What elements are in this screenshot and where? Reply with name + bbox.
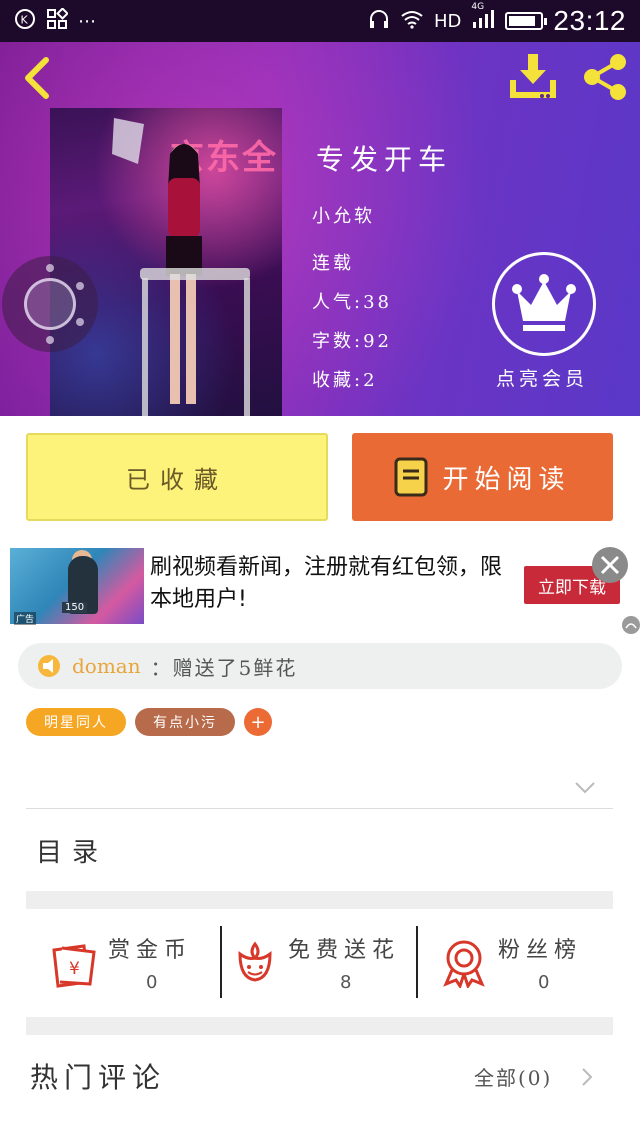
- assist-dot: [76, 282, 84, 290]
- add-tag-button[interactable]: +: [244, 708, 272, 736]
- section-band: [26, 1017, 613, 1035]
- share-button[interactable]: [580, 52, 630, 102]
- chevron-down-icon[interactable]: [574, 780, 596, 796]
- stat-fan-ranking[interactable]: 粉丝榜 0: [440, 922, 610, 998]
- book-title: 专发开车: [316, 143, 453, 176]
- app-k-icon: K: [14, 8, 36, 35]
- hot-comments-title: 热门评论: [30, 1061, 167, 1094]
- favorited-button[interactable]: 已收藏: [26, 433, 328, 521]
- vip-label[interactable]: 点亮会员: [496, 364, 588, 391]
- back-arrow-icon: [25, 57, 49, 99]
- signal-label: 4G: [471, 1, 485, 12]
- assist-dot: [46, 264, 54, 272]
- start-reading-button[interactable]: 开始阅读: [352, 433, 613, 521]
- gift-user[interactable]: doman: [72, 654, 141, 678]
- book-word-count: 字数:92: [312, 331, 392, 352]
- close-icon: [600, 555, 620, 575]
- vip-button[interactable]: [492, 252, 596, 356]
- assist-dot: [76, 318, 84, 326]
- stat-label: 免费送花: [288, 938, 401, 963]
- cover-stage-rig: [140, 268, 250, 416]
- status-bar: K ⋯ HD 4G 23:12: [0, 0, 640, 42]
- stat-reward-coins[interactable]: ¥ 赏金币 0: [46, 922, 216, 998]
- book-favorites: 收藏:2: [312, 370, 378, 391]
- stat-label: 赏金币: [108, 938, 193, 963]
- network-type: HD: [434, 10, 462, 32]
- battery-icon: [505, 12, 548, 30]
- stat-value: 8: [340, 972, 352, 993]
- book-status: 连载: [312, 253, 354, 274]
- book-cover[interactable]: 京东全: [50, 108, 282, 416]
- more-dots-icon: ⋯: [78, 10, 96, 32]
- tag-pill[interactable]: 明星同人: [26, 708, 126, 736]
- floating-assist-button[interactable]: [2, 256, 98, 352]
- gift-notice: doman ：赠送了5鲜花: [18, 643, 622, 689]
- tag-pill[interactable]: 有点小污: [135, 708, 235, 736]
- start-reading-label: 开始阅读: [442, 464, 571, 495]
- headphone-icon: [368, 8, 390, 35]
- ad-thumb-tag: 150: [62, 602, 88, 613]
- stat-value: 0: [146, 972, 158, 993]
- share-icon: [584, 54, 626, 100]
- ad-thumbnail[interactable]: 150 广告: [10, 548, 144, 625]
- chevron-right-icon[interactable]: [580, 1066, 594, 1088]
- megaphone-icon: [38, 655, 60, 677]
- gift-text: ：赠送了5鲜花: [150, 655, 298, 680]
- book-header: 京东全 专发开车 小允软 连载 人气:38 字数:92 收藏:2 点亮会员: [0, 42, 640, 416]
- table-of-contents[interactable]: 目录: [36, 832, 108, 869]
- grid-icon: [46, 6, 69, 35]
- ad-info-glyph: [625, 623, 637, 629]
- stat-divider: [220, 926, 222, 998]
- ad-mark-label: 广告: [14, 612, 37, 625]
- assist-core: [24, 278, 76, 330]
- stat-free-flowers[interactable]: 免费送花 8: [232, 922, 412, 998]
- svg-text:K: K: [21, 13, 29, 26]
- ad-close-button[interactable]: [592, 547, 628, 583]
- book-icon: [394, 457, 428, 497]
- stat-value: 0: [538, 972, 550, 993]
- red-envelope-icon: ¥: [52, 944, 96, 988]
- stat-divider: [416, 926, 418, 998]
- book-author[interactable]: 小允软: [312, 202, 375, 228]
- wifi-icon: [400, 9, 424, 34]
- book-popularity: 人气:38: [312, 292, 392, 313]
- download-icon: [510, 54, 556, 98]
- medal-icon: [443, 940, 485, 988]
- clock: 23:12: [553, 5, 626, 36]
- back-button[interactable]: [18, 56, 58, 100]
- stat-label: 粉丝榜: [498, 938, 583, 963]
- ad-banner[interactable]: 150 广告 刷视频看新闻，注册就有红包领，限本地用户! 立即下载: [0, 540, 640, 632]
- assist-dot: [46, 336, 54, 344]
- all-comments-link[interactable]: 全部(0): [474, 1062, 552, 1091]
- divider: [26, 808, 613, 809]
- download-button[interactable]: [506, 52, 560, 102]
- cover-flag: [112, 118, 144, 164]
- svg-text:¥: ¥: [69, 959, 80, 979]
- crown-icon: [512, 274, 576, 331]
- ad-text[interactable]: 刷视频看新闻，注册就有红包领，限本地用户!: [150, 552, 510, 616]
- section-band: [26, 891, 613, 909]
- ad-info-icon[interactable]: [622, 616, 640, 634]
- signal-icon: 4G: [471, 2, 495, 35]
- battery-fill: [509, 16, 535, 26]
- flower-icon: [238, 941, 272, 982]
